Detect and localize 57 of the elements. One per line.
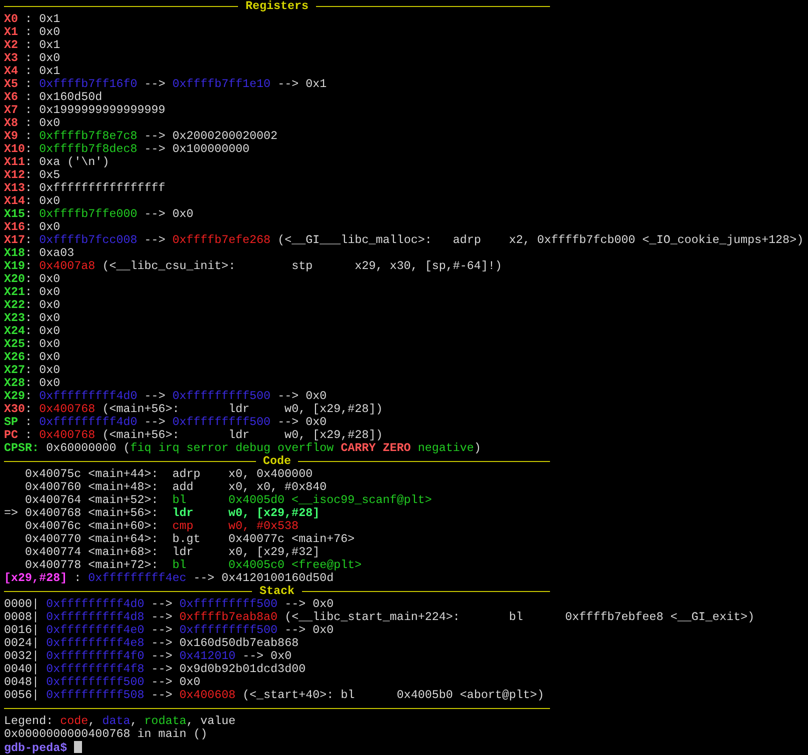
terminal-line: X0 : 0x1 <box>4 13 62 26</box>
terminal-line: SP : 0xfffffffff4d0 --> 0xfffffffff500 --> 0x0 <box>4 416 328 429</box>
terminal-line: 0056| 0xfffffffff508 --> 0x400608 (<_start+40>: bl 0x4005b0 <abort@plt>) <box>4 689 546 702</box>
shell-prompt: gdb-peda$ <box>4 741 68 755</box>
terminal-line: X29: 0xfffffffff4d0 --> 0xfffffffff500 --> 0x0 <box>4 390 328 403</box>
terminal-line: 0008| 0xfffffffff4d8 --> 0xffffb7eab8a0 (<__libc_start_main+224>: bl 0xffffb7ebfee8 <__GI_exit>) <box>4 611 756 624</box>
terminal-line: 0048| 0xfffffffff500 --> 0x0 <box>4 676 202 689</box>
terminal-line: X20: 0x0 <box>4 273 62 286</box>
terminal-line: X23: 0x0 <box>4 312 62 325</box>
terminal-line: X28: 0x0 <box>4 377 62 390</box>
terminal-line: X16: 0x0 <box>4 221 62 234</box>
terminal-line: X9 : 0xffffb7f8e7c8 --> 0x2000200020002 <box>4 130 279 143</box>
terminal-line: X4 : 0x1 <box>4 65 62 78</box>
terminal-line: X11: 0xa ('\n') <box>4 156 110 169</box>
terminal-line: [x29,#28] : 0xfffffffff4ec --> 0x4120100160d50d <box>4 572 335 585</box>
terminal-line: X1 : 0x0 <box>4 26 62 39</box>
terminal-line: 0x0000000000400768 in main () <box>4 728 208 741</box>
terminal-line: 0x400760 <main+48>: add x0, x0, #0x840 <box>24 481 328 494</box>
terminal-line: X27: 0x0 <box>4 364 62 377</box>
terminal-line: X14: 0x0 <box>4 195 62 208</box>
terminal-line: X30: 0x400768 (<main+56>: ldr w0, [x29,#28]) <box>4 403 384 416</box>
terminal-line: X2 : 0x1 <box>4 39 62 52</box>
terminal-line: X8 : 0x0 <box>4 117 62 130</box>
terminal-line: X12: 0x5 <box>4 169 62 182</box>
terminal-line: CPSR: 0x60000000 (fiq irq serror debug overflow CARRY ZERO negative) <box>4 442 482 455</box>
terminal-line: X18: 0xa03 <box>4 247 76 260</box>
terminal-line: X7 : 0x1999999999999999 <box>4 104 166 117</box>
terminal-line: X26: 0x0 <box>4 351 62 364</box>
terminal-line: PC : 0x400768 (<main+56>: ldr w0, [x29,#28]) <box>4 429 384 442</box>
terminal-line: 0x400778 <main+72>: bl 0x4005c0 <free@plt> <box>24 559 363 572</box>
terminal-line: 0x400764 <main+52>: bl 0x4005d0 <__isoc99_scanf@plt> <box>24 494 433 507</box>
terminal-line: 0x400770 <main+64>: b.gt 0x40077c <main+76> <box>24 533 356 546</box>
terminal-line: 0016| 0xfffffffff4e0 --> 0xfffffffff500 --> 0x0 <box>4 624 335 637</box>
terminal-line: 0032| 0xfffffffff4f0 --> 0x412010 --> 0x0 <box>4 650 293 663</box>
section-title: Code <box>262 455 292 468</box>
terminal-line: 0x40075c <main+44>: adrp x0, 0x400000 <box>24 468 314 481</box>
terminal-line: X13: 0xffffffffffffffff <box>4 182 166 195</box>
terminal-line: 0000| 0xfffffffff4d0 --> 0xfffffffff500 --> 0x0 <box>4 598 335 611</box>
terminal-line: => 0x400768 <main+56>: ldr w0, [x29,#28] <box>4 507 321 520</box>
terminal-line: 0024| 0xfffffffff4e8 --> 0x160d50db7eab868 <box>4 637 300 650</box>
terminal-line: X25: 0x0 <box>4 338 62 351</box>
terminal-line: X5 : 0xffffb7ff16f0 --> 0xffffb7ff1e10 --> 0x1 <box>4 78 328 91</box>
terminal-line: Legend: code, data, rodata, value <box>4 715 236 728</box>
terminal-line: X24: 0x0 <box>4 325 62 338</box>
terminal-line: X19: 0x4007a8 (<__libc_csu_init>: stp x29, x30, [sp,#-64]!) <box>4 260 503 273</box>
terminal-line: X10: 0xffffb7f8dec8 --> 0x100000000 <box>4 143 250 156</box>
terminal-line: 0040| 0xfffffffff4f8 --> 0x9d0b92b01dcd3d00 <box>4 663 307 676</box>
terminal-line: 0x40076c <main+60>: cmp w0, #0x538 <box>24 520 300 533</box>
terminal-line: 0x400774 <main+68>: ldr x0, [x29,#32] <box>24 546 321 559</box>
section-title: Stack <box>258 585 296 598</box>
terminal-line: X21: 0x0 <box>4 286 62 299</box>
terminal-line: X3 : 0x0 <box>4 52 62 65</box>
terminal-line: X17: 0xffffb7fcc008 --> 0xffffb7efe268 (<__GI___libc_malloc>: adrp x2, 0xffffb7fcb000 <_IO_cookie_jumps+128>) <box>4 234 805 247</box>
terminal-line: X6 : 0x160d50d <box>4 91 104 104</box>
section-title: Registers <box>244 0 310 13</box>
terminal-line: X15: 0xffffb7ffe000 --> 0x0 <box>4 208 194 221</box>
terminal-line: X22: 0x0 <box>4 299 62 312</box>
